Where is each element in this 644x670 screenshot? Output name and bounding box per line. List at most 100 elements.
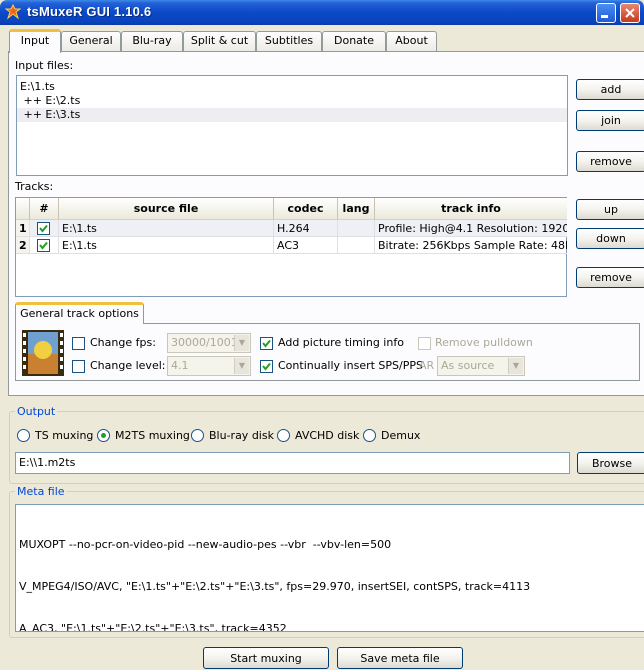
column-header-blank bbox=[16, 198, 30, 220]
radio-button[interactable] bbox=[363, 429, 376, 442]
save-meta-file-button[interactable]: Save meta file bbox=[337, 647, 463, 669]
m2ts-muxing-radio[interactable]: M2TS muxing bbox=[97, 429, 190, 442]
tab-donate[interactable]: Donate bbox=[322, 31, 386, 51]
lang-cell bbox=[338, 220, 375, 237]
codec-cell: H.264 bbox=[274, 220, 338, 237]
minimize-button[interactable] bbox=[596, 3, 616, 23]
up-button[interactable]: up bbox=[576, 199, 644, 220]
meta-line: MUXOPT --no-pcr-on-video-pid --new-audio… bbox=[19, 538, 392, 551]
tab-label: Subtitles bbox=[264, 34, 314, 47]
list-item[interactable]: ++ E:\3.ts bbox=[17, 108, 567, 122]
browse-button[interactable]: Browse bbox=[577, 452, 644, 474]
radio-button[interactable] bbox=[17, 429, 30, 442]
tab-label: Blu-ray bbox=[132, 34, 172, 47]
row-checkbox-cell[interactable] bbox=[30, 220, 59, 237]
tab-about[interactable]: About bbox=[386, 31, 437, 51]
input-files-label: Input files: bbox=[15, 59, 74, 72]
tab-subtitles[interactable]: Subtitles bbox=[256, 31, 322, 51]
column-header-number[interactable]: # bbox=[30, 198, 59, 220]
chevron-down-icon: ▼ bbox=[508, 358, 523, 374]
close-icon bbox=[625, 8, 635, 18]
fps-select[interactable]: 30000/1001 ▼ bbox=[167, 333, 251, 353]
title-bar[interactable]: tsMuxeR GUI 1.10.6 bbox=[0, 0, 644, 25]
change-fps-label: Change fps: bbox=[90, 336, 156, 349]
track-info-cell: Bitrate: 256Kbps Sample Rate: 48KHz C... bbox=[375, 237, 567, 254]
meta-line: V_MPEG4/ISO/AVC, "E:\1.ts"+"E:\2.ts"+"E:… bbox=[19, 580, 531, 593]
radio-label: AVCHD disk bbox=[295, 429, 360, 442]
row-number: 2 bbox=[16, 237, 30, 254]
row-checkbox-cell[interactable] bbox=[30, 237, 59, 254]
tab-label: Input bbox=[20, 34, 50, 47]
tab-general[interactable]: General bbox=[61, 31, 121, 51]
radio-label: Blu-ray disk bbox=[209, 429, 274, 442]
table-row[interactable]: 2 E:\1.ts AC3 Bitrate: 256Kbps Sample Ra… bbox=[16, 237, 567, 254]
radio-button[interactable] bbox=[191, 429, 204, 442]
checkmark-icon bbox=[39, 224, 48, 233]
blu-ray-disk-radio[interactable]: Blu-ray disk bbox=[191, 429, 274, 442]
radio-button[interactable] bbox=[277, 429, 290, 442]
row-number: 1 bbox=[16, 220, 30, 237]
track-enabled-checkbox[interactable] bbox=[37, 239, 50, 252]
list-item[interactable]: E:\1.ts bbox=[17, 80, 567, 94]
remove-pulldown-label: Remove pulldown bbox=[435, 336, 533, 349]
window-title: tsMuxeR GUI 1.10.6 bbox=[27, 4, 152, 19]
ar-select[interactable]: As source ▼ bbox=[437, 356, 525, 376]
checkmark-icon bbox=[39, 241, 48, 250]
tab-split-cut[interactable]: Split & cut bbox=[183, 31, 256, 51]
radio-selected-dot bbox=[101, 433, 106, 438]
down-button[interactable]: down bbox=[576, 228, 644, 249]
track-options-panel: Change fps: 30000/1001 ▼ Change level: 4… bbox=[15, 323, 640, 381]
radio-label: M2TS muxing bbox=[115, 429, 190, 442]
table-row[interactable]: 1 E:\1.ts H.264 Profile: High@4.1 Resolu… bbox=[16, 220, 567, 237]
tab-blu-ray[interactable]: Blu-ray bbox=[121, 31, 183, 51]
output-path-field[interactable]: E:\\1.m2ts bbox=[15, 452, 570, 474]
ar-label: AR bbox=[419, 359, 435, 372]
column-header-lang[interactable]: lang bbox=[338, 198, 375, 220]
close-button[interactable] bbox=[620, 3, 640, 23]
level-value: 4.1 bbox=[171, 359, 189, 372]
tracks-table[interactable]: # source file codec lang track info 1 E:… bbox=[15, 197, 567, 297]
change-fps-checkbox[interactable] bbox=[72, 337, 85, 350]
column-header-source[interactable]: source file bbox=[59, 198, 274, 220]
start-muxing-button[interactable]: Start muxing bbox=[203, 647, 329, 669]
demux-radio[interactable]: Demux bbox=[363, 429, 420, 442]
add-button[interactable]: add bbox=[576, 79, 644, 100]
join-button[interactable]: join bbox=[576, 110, 644, 131]
tab-label: Split & cut bbox=[190, 34, 249, 47]
tracks-label: Tracks: bbox=[15, 180, 54, 193]
insert-sps-checkbox[interactable] bbox=[260, 360, 273, 373]
checkmark-icon bbox=[262, 339, 271, 348]
radio-label: Demux bbox=[381, 429, 421, 442]
level-select[interactable]: 4.1 ▼ bbox=[167, 356, 251, 376]
track-enabled-checkbox[interactable] bbox=[37, 222, 50, 235]
source-file-cell: E:\1.ts bbox=[59, 220, 274, 237]
track-info-cell: Profile: High@4.1 Resolution: 1920:10... bbox=[375, 220, 567, 237]
input-files-list[interactable]: E:\1.ts ++ E:\2.ts ++ E:\3.ts bbox=[16, 75, 568, 176]
avchd-disk-radio[interactable]: AVCHD disk bbox=[277, 429, 359, 442]
change-level-label: Change level: bbox=[90, 359, 166, 372]
remove-file-button[interactable]: remove bbox=[576, 151, 644, 172]
lang-cell bbox=[338, 237, 375, 254]
radio-button[interactable] bbox=[97, 429, 110, 442]
app-icon bbox=[5, 4, 21, 20]
remove-pulldown-checkbox[interactable] bbox=[418, 337, 431, 350]
column-header-codec[interactable]: codec bbox=[274, 198, 338, 220]
change-level-checkbox[interactable] bbox=[72, 360, 85, 373]
insert-sps-label: Continually insert SPS/PPS bbox=[278, 359, 423, 372]
tab-label: Donate bbox=[334, 34, 374, 47]
tab-general-track-options[interactable]: General track options bbox=[15, 302, 144, 324]
minimize-icon bbox=[601, 15, 608, 18]
list-item[interactable]: ++ E:\2.ts bbox=[17, 94, 567, 108]
meta-file-group-title: Meta file bbox=[15, 485, 67, 498]
tab-input[interactable]: Input bbox=[9, 29, 61, 53]
checkmark-icon bbox=[262, 362, 271, 371]
add-timing-label: Add picture timing info bbox=[278, 336, 404, 349]
film-strip-icon bbox=[22, 330, 64, 376]
meta-file-textarea[interactable]: MUXOPT --no-pcr-on-video-pid --new-audio… bbox=[15, 504, 644, 632]
remove-track-button[interactable]: remove bbox=[576, 267, 644, 288]
tab-label: About bbox=[395, 34, 428, 47]
add-timing-checkbox[interactable] bbox=[260, 337, 273, 350]
source-file-cell: E:\1.ts bbox=[59, 237, 274, 254]
column-header-track-info[interactable]: track info bbox=[375, 198, 567, 220]
ts-muxing-radio[interactable]: TS muxing bbox=[17, 429, 93, 442]
